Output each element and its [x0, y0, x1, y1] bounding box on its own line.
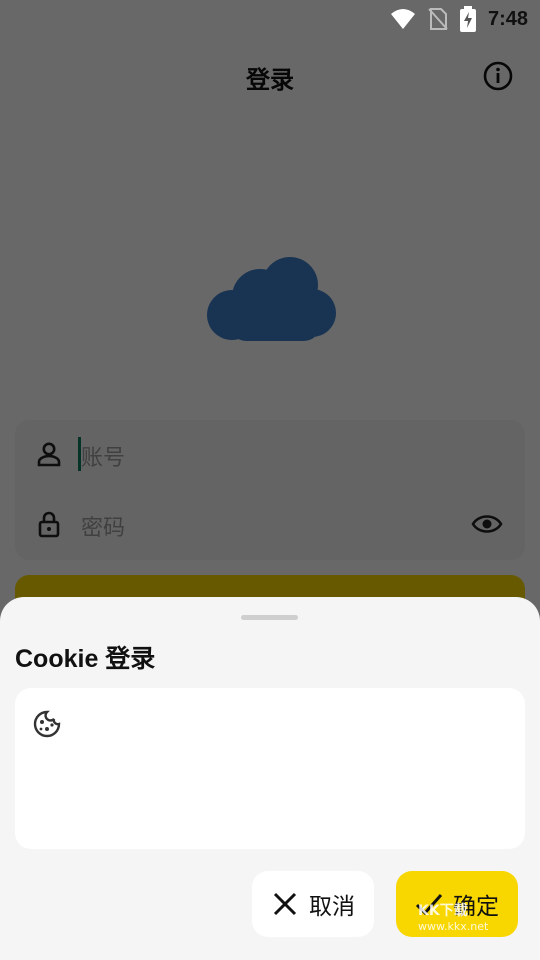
cancel-button[interactable]: 取消: [252, 871, 374, 937]
app-screen: 登录 账号 密码: [0, 0, 540, 960]
cookie-icon: [33, 710, 61, 738]
watermark: KK下载 www.kkx.net: [418, 900, 488, 933]
cookie-input[interactable]: [15, 688, 525, 849]
no-sim-icon: [428, 8, 448, 30]
close-icon: [273, 892, 297, 916]
drag-handle[interactable]: [241, 615, 298, 620]
status-time: 7:48: [487, 7, 528, 30]
watermark-url: www.kkx.net: [418, 920, 489, 933]
wifi-icon: [390, 9, 415, 29]
cancel-label: 取消: [309, 894, 355, 920]
status-bar: 7:48: [0, 0, 540, 36]
sheet-title: Cookie 登录: [15, 645, 156, 673]
watermark-text: KK下载: [418, 903, 468, 919]
battery-charging-icon: [459, 6, 476, 32]
